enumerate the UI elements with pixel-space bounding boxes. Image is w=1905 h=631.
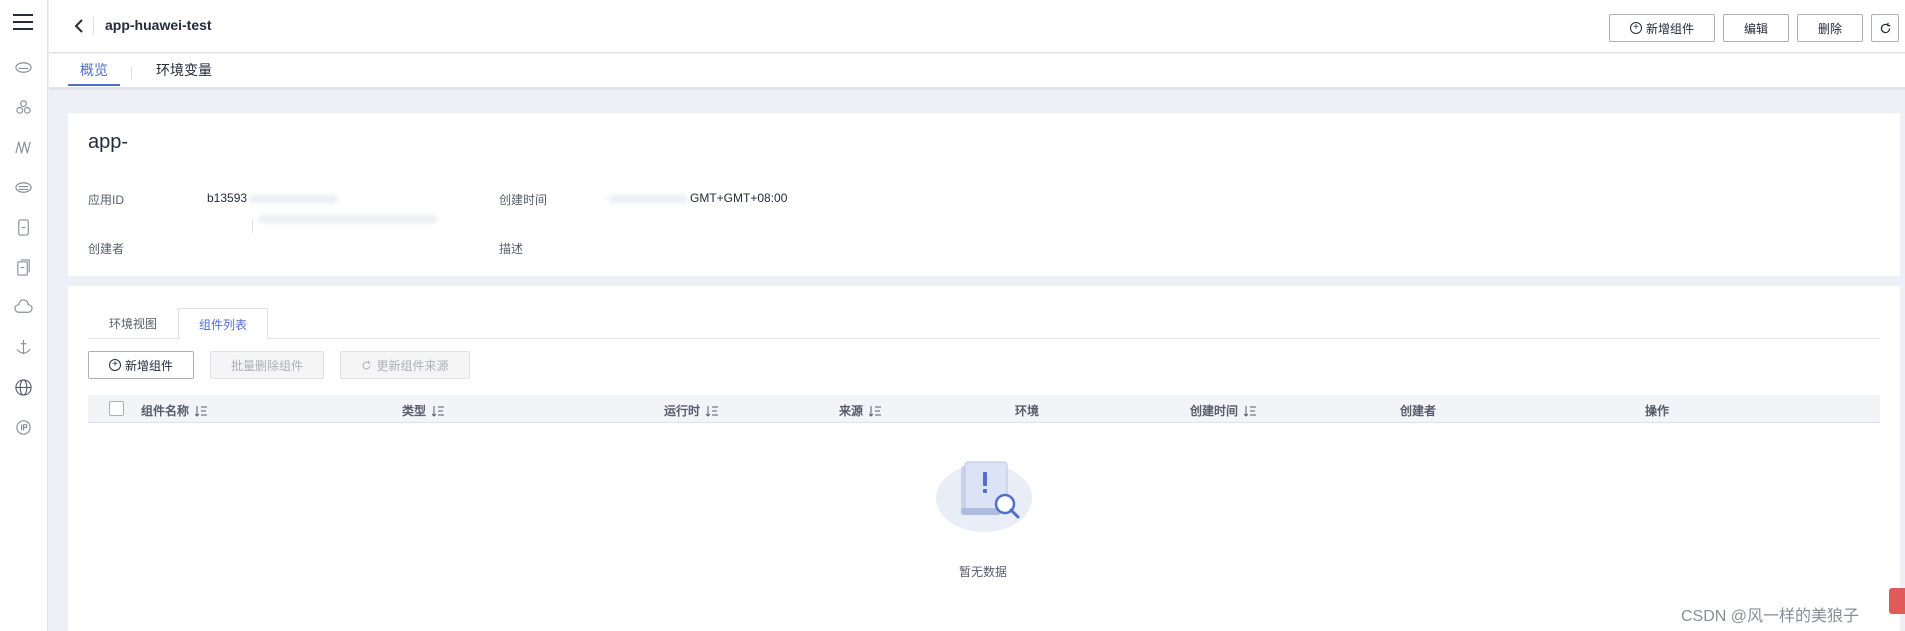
left-nav-rail <box>0 0 48 631</box>
globe-icon[interactable] <box>14 378 33 397</box>
app-id-label: 应用ID <box>88 193 125 207</box>
column-header: 环境 <box>1015 402 1039 419</box>
watermark: CSDN @风一样的美狼子 <box>1681 608 1860 625</box>
edit-button[interactable]: 编辑 <box>1723 14 1789 42</box>
sort-icon[interactable] <box>869 405 882 417</box>
column-label: 创建者 <box>1400 404 1437 418</box>
sort-icon[interactable] <box>432 405 445 417</box>
active-tab-indicator <box>68 84 120 86</box>
ip-icon[interactable] <box>14 418 33 437</box>
plus-circle-icon: + <box>1629 22 1642 34</box>
update-source-label: 更新组件来源 <box>376 358 449 373</box>
page-tabs: 概览 环境变量 <box>49 54 1905 90</box>
update-source-button[interactable]: 更新组件来源 <box>340 351 470 379</box>
pipeline-icon[interactable] <box>14 138 33 157</box>
delete-label: 删除 <box>1817 21 1842 36</box>
sort-icon[interactable] <box>1244 405 1257 417</box>
redacted-blur <box>248 195 338 203</box>
batch-delete-button[interactable]: 批量删除组件 <box>210 351 324 379</box>
app-name: app- <box>88 131 129 153</box>
feedback-tab[interactable] <box>1889 588 1905 614</box>
redacted-blur <box>258 215 438 223</box>
page-title: app-huawei-test <box>105 17 212 33</box>
storage-icon[interactable] <box>14 178 33 197</box>
created-time-label: 创建时间 <box>499 193 548 207</box>
column-label: 操作 <box>1645 404 1670 418</box>
tab-env-vars[interactable]: 环境变量 <box>156 60 212 80</box>
cloud-icon[interactable] <box>14 298 33 317</box>
column-header[interactable]: 组件名称 <box>141 402 208 419</box>
column-header[interactable]: 创建时间 <box>1190 402 1257 419</box>
tab-overview[interactable]: 概览 <box>80 60 108 80</box>
sort-icon[interactable] <box>706 405 719 417</box>
app-info-card: app- 应用ID b13593 创建时间 GMT+GMT+08:00 创建者 … <box>68 113 1900 276</box>
refresh-icon <box>363 360 372 369</box>
column-label: 组件名称 <box>141 404 190 418</box>
divider <box>93 17 94 35</box>
batch-delete-label: 批量删除组件 <box>230 358 303 373</box>
column-label: 运行时 <box>664 404 701 418</box>
column-header[interactable]: 运行时 <box>664 402 719 419</box>
description-label: 描述 <box>499 242 524 256</box>
hamburger-menu-icon[interactable] <box>13 14 33 30</box>
tab-component-list[interactable]: 组件列表 <box>178 308 268 340</box>
table-header: 组件名称 类型 运行时 来源 环境 创建时间 创建者 操作 <box>88 395 1880 423</box>
edit-label: 编辑 <box>1743 21 1768 36</box>
cluster-icon[interactable] <box>14 98 33 117</box>
page-header: app-huawei-test + 新增组件 编辑 删除 <box>49 0 1905 53</box>
select-all-checkbox[interactable] <box>109 401 124 416</box>
creator-label: 创建者 <box>88 242 125 256</box>
column-header[interactable]: 类型 <box>402 402 445 419</box>
back-chevron-icon[interactable] <box>69 16 89 36</box>
column-header: 操作 <box>1645 402 1669 419</box>
add-component-label: 新增组件 <box>124 358 173 373</box>
column-header: 创建者 <box>1400 402 1436 419</box>
empty-document-search-icon <box>934 454 1034 534</box>
tab-env-view[interactable]: 环境视图 <box>88 308 178 339</box>
column-label: 创建时间 <box>1190 404 1239 418</box>
refresh-button[interactable] <box>1871 14 1899 42</box>
delete-button[interactable]: 删除 <box>1797 14 1863 42</box>
divider <box>252 219 253 233</box>
plus-circle-icon: + <box>108 359 121 371</box>
device-icon[interactable] <box>14 218 33 237</box>
column-label: 类型 <box>402 404 427 418</box>
add-component-label: 新增组件 <box>1645 21 1694 36</box>
refresh-icon <box>1880 22 1890 33</box>
empty-state-text: 暂无数据 <box>958 565 1007 579</box>
column-label: 来源 <box>839 404 864 418</box>
divider <box>131 66 132 80</box>
document-icon[interactable] <box>14 258 33 277</box>
component-list-card: 环境视图 组件列表 + 新增组件 批量删除组件 更新组件来源 组件名称 类型 运… <box>68 286 1900 631</box>
add-component-button[interactable]: + 新增组件 <box>88 351 194 379</box>
created-time-value: GMT+GMT+08:00 <box>690 191 788 205</box>
redacted-blur <box>608 195 688 203</box>
component-view-tabs: 环境视图 组件列表 <box>88 308 1880 340</box>
add-component-button[interactable]: + 新增组件 <box>1609 14 1715 42</box>
column-header[interactable]: 来源 <box>839 402 882 419</box>
column-label: 环境 <box>1015 404 1040 418</box>
sort-icon[interactable] <box>195 405 208 417</box>
cloud-server-icon[interactable] <box>14 58 33 77</box>
anchor-icon[interactable] <box>14 338 33 357</box>
app-id-value: b13593 <box>207 191 248 205</box>
